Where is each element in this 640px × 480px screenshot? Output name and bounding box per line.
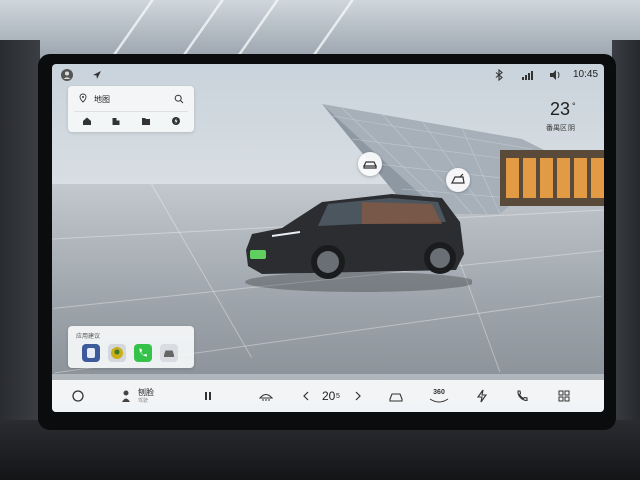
signal-icon — [520, 68, 534, 82]
defrost-icon[interactable] — [258, 388, 274, 404]
garage-building — [500, 150, 604, 206]
home-icon[interactable] — [82, 116, 92, 126]
volume-icon[interactable] — [548, 68, 562, 82]
background-left — [0, 40, 40, 420]
app-blue-icon[interactable] — [82, 344, 100, 362]
apps-grid-icon[interactable] — [556, 388, 572, 404]
company-icon[interactable] — [111, 116, 121, 126]
bluetooth-icon[interactable] — [492, 68, 506, 82]
map-widget[interactable]: 地图 — [68, 86, 194, 132]
vehicle-model[interactable] — [242, 192, 472, 292]
app-suggestions-widget: 应用建议 — [68, 326, 194, 368]
cabin-temperature: 20 — [322, 389, 336, 403]
weather-condition: 阴 — [568, 125, 575, 132]
background-ceiling — [0, 0, 640, 60]
pause-icon[interactable] — [200, 388, 216, 404]
map-card-divider — [74, 111, 188, 112]
weather-temperature[interactable]: 23 — [550, 99, 570, 120]
car-trunk-icon — [451, 173, 465, 184]
cabin-temperature-decimal: 5 — [336, 393, 340, 400]
driver-avatar-icon[interactable] — [118, 388, 134, 404]
circle-home-icon[interactable] — [70, 388, 86, 404]
bottom-dock: 刨脸 驾驶 20 5 360 — [52, 380, 604, 412]
360-camera-icon[interactable]: 360 — [428, 388, 450, 404]
avatar-icon[interactable] — [60, 68, 74, 82]
clock: 10:45 — [573, 69, 599, 80]
car-trunk-hotspot[interactable] — [446, 168, 470, 192]
energy-icon[interactable] — [474, 388, 490, 404]
chevron-right-icon[interactable] — [352, 388, 364, 404]
car-app-icon[interactable] — [160, 344, 178, 362]
phone-app-icon[interactable] — [134, 344, 152, 362]
charging-icon[interactable] — [171, 116, 181, 126]
app-yellow-icon[interactable] — [108, 344, 126, 362]
favorites-icon[interactable] — [141, 116, 151, 126]
driver-subtitle: 驾驶 — [138, 398, 149, 404]
infotainment-screen: 10:45 23 ° 番禺区 阴 地图 应用建议 刨脸 驾驶 20 5 360 — [52, 64, 604, 412]
chevron-left-icon[interactable] — [300, 388, 312, 404]
phone-icon[interactable] — [514, 388, 530, 404]
navigation-arrow-icon[interactable] — [90, 68, 104, 82]
360-camera-label: 360 — [433, 389, 445, 396]
status-bar: 10:45 — [52, 64, 604, 86]
search-icon[interactable] — [174, 94, 184, 104]
app-suggestions-title: 应用建议 — [76, 334, 101, 340]
background-right — [612, 40, 640, 420]
car-front-hotspot[interactable] — [358, 152, 382, 176]
car-front-icon — [363, 161, 377, 169]
weather-location: 番禺区 — [546, 125, 567, 132]
map-title: 地图 — [94, 95, 110, 104]
map-icon — [79, 93, 87, 103]
car-icon[interactable] — [388, 388, 404, 404]
weather-temperature-unit: ° — [572, 101, 576, 111]
